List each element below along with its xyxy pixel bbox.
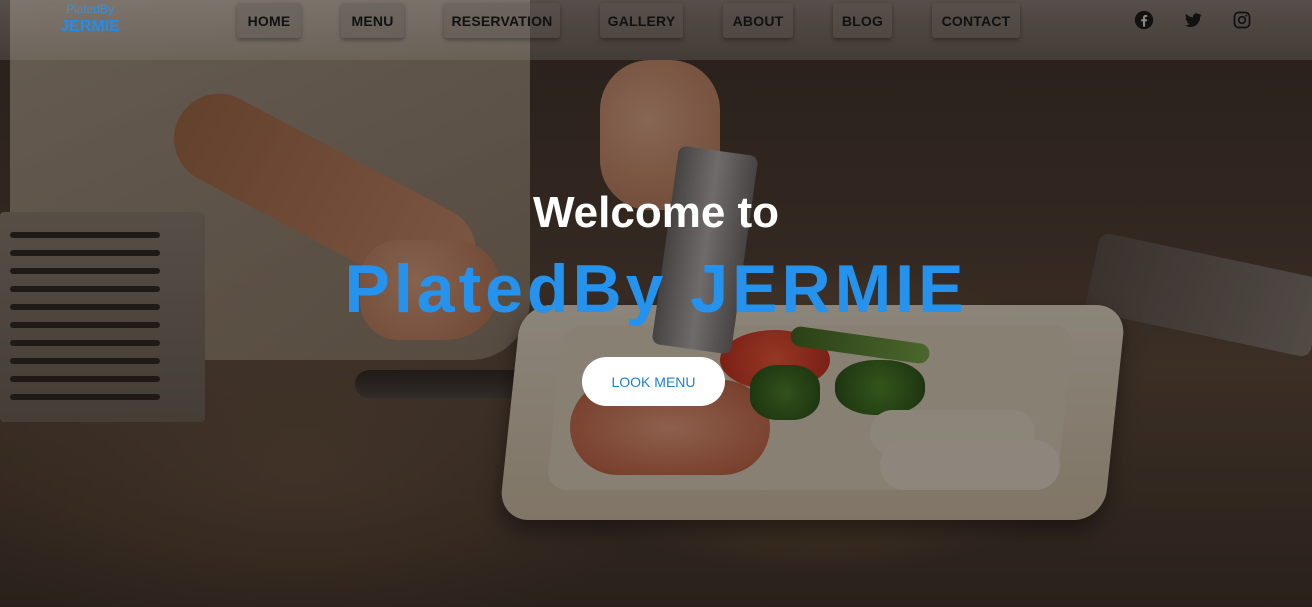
nav-reservation[interactable]: RESERVATION: [444, 3, 560, 38]
brand-logo-small: PlatedBy: [65, 2, 115, 16]
brand-logo[interactable]: PlatedBy JERMIE: [50, 2, 130, 38]
nav-gallery[interactable]: GALLERY: [600, 3, 683, 38]
brand-logo-big: JERMIE: [60, 18, 120, 35]
twitter-icon[interactable]: [1182, 9, 1204, 31]
hero-title: PlatedBy JERMIE: [344, 251, 968, 327]
nav-menu[interactable]: MENU: [341, 3, 404, 38]
navbar: PlatedBy JERMIE HOME MENU RESERVATION GA…: [0, 0, 1312, 60]
nav-home[interactable]: HOME: [237, 3, 301, 38]
nav-blog[interactable]: BLOG: [833, 3, 892, 38]
facebook-icon[interactable]: [1133, 9, 1155, 31]
hero-welcome-text: Welcome to: [532, 188, 780, 237]
instagram-icon[interactable]: [1231, 9, 1253, 31]
nav-contact[interactable]: CONTACT: [932, 3, 1020, 38]
nav-about[interactable]: ABOUT: [723, 3, 793, 38]
look-menu-button[interactable]: LOOK MENU: [582, 357, 725, 406]
